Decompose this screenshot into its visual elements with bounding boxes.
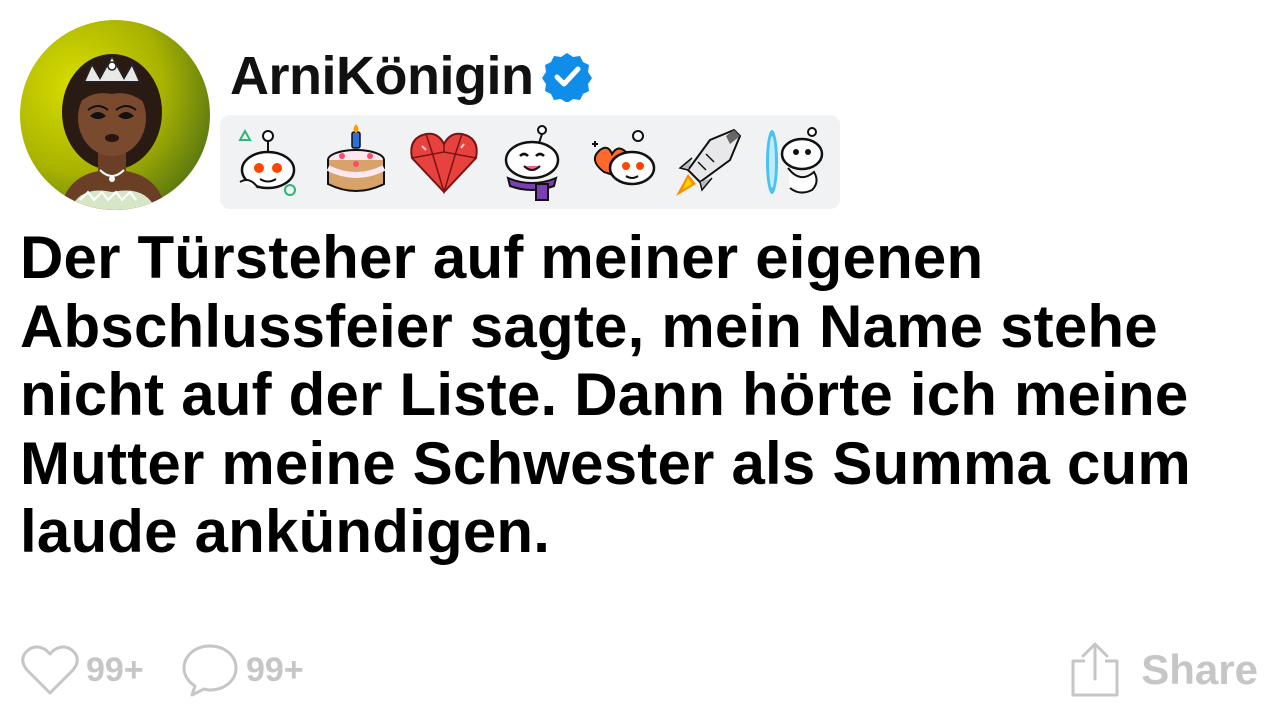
post-title: Der Türsteher auf meiner eigenen Abschlu… [20,224,1191,565]
username[interactable]: ArniKönigin [230,49,534,103]
snoo-balloons-award-icon [592,130,656,186]
share-button[interactable]: Share [1067,638,1258,702]
awards-strip [220,115,840,209]
share-label: Share [1141,646,1258,693]
crystal-heart-award-icon [410,132,478,195]
comment-bubble-icon [182,644,238,697]
like-button[interactable]: 99+ [20,638,144,702]
comment-button[interactable]: 99+ [180,638,304,702]
award-item[interactable] [494,122,570,202]
comment-count: 99+ [246,651,304,689]
post-actions: 99+ 99+ Share [20,638,1258,702]
like-count: 99+ [86,651,144,689]
birthday-cake-award-icon [326,124,386,192]
rocket-award-icon [676,128,742,196]
award-item[interactable] [318,122,394,202]
award-item[interactable] [582,122,658,202]
snoo-triangle-award-icon [238,128,296,196]
share-icon [1071,642,1119,697]
snoo-portal-award-icon [766,127,824,194]
heart-icon [21,645,79,695]
award-item[interactable] [230,122,306,202]
avatar[interactable] [20,20,210,210]
award-item[interactable] [670,122,746,202]
verified-badge-icon [542,53,593,102]
snoo-scarf-award-icon [504,125,560,201]
author-row: ArniKönigin [230,44,593,108]
award-item[interactable] [406,122,482,202]
award-item[interactable] [758,122,834,202]
princess-avatar-icon [20,20,210,210]
